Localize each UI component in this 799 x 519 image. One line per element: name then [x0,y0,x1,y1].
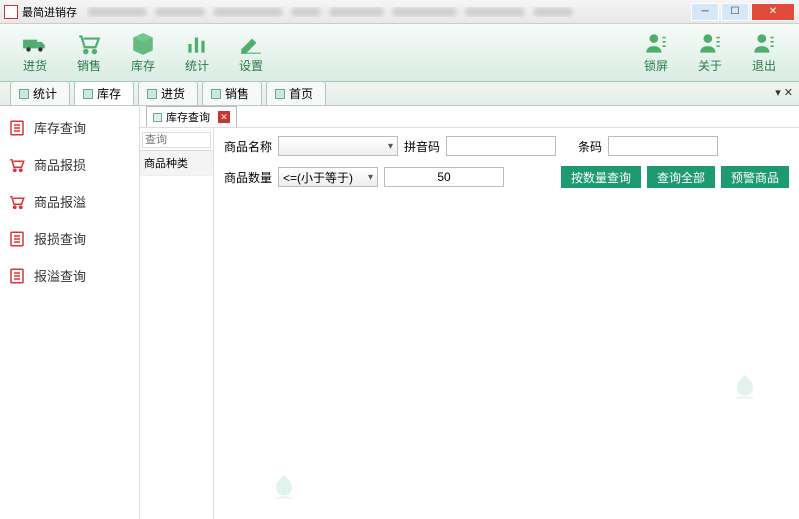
category-header[interactable]: 商品种类 [140,151,213,176]
toolbar-sales[interactable]: 销售 [62,31,116,74]
category-search [140,128,213,151]
truck-icon [22,31,48,57]
product-name-select[interactable] [278,136,398,156]
toolbar-label: 退出 [752,57,776,74]
sidebar-item-inv-query[interactable]: 库存查询 [4,112,135,143]
tab-icon [19,89,29,99]
subtab-icon [153,113,162,122]
tab-icon [275,89,285,99]
toolbar-lock[interactable]: 锁屏 [629,31,683,74]
minimize-button[interactable]: ─ [691,3,719,21]
toolbar-label: 库存 [131,57,155,74]
chart-icon [184,31,210,57]
tab-purchase[interactable]: 进货 [138,81,198,105]
main-toolbar: 进货 销售 库存 统计 设置 锁屏 关于 退出 [0,24,799,82]
sidebar-item-damage[interactable]: 商品报损 [4,149,135,180]
tab-inventory[interactable]: 库存 [74,81,134,105]
pinyin-label: 拼音码 [404,138,440,155]
toolbar-exit[interactable]: 退出 [737,31,791,74]
user-icon [751,31,777,57]
sidebar-item-label: 商品报损 [34,155,86,174]
toolbar-stats[interactable]: 统计 [170,31,224,74]
toolbar-label: 统计 [185,57,209,74]
toolbar-label: 关于 [698,57,722,74]
toolbar-label: 设置 [239,57,263,74]
user-icon [697,31,723,57]
sidebar: 库存查询 商品报损 商品报溢 报损查询 报溢查询 [0,106,140,519]
window-title: 最简进销存 [22,4,77,20]
maximize-button[interactable]: ☐ [721,3,749,21]
toolbar-settings[interactable]: 设置 [224,31,278,74]
list-icon [8,230,26,248]
subtab-label: 库存查询 [166,109,210,125]
sidebar-item-overflow-query[interactable]: 报溢查询 [4,260,135,291]
toolbar-label: 锁屏 [644,57,668,74]
app-icon [4,5,18,19]
qty-query-button[interactable]: 按数量查询 [561,166,641,188]
warning-button[interactable]: 预警商品 [721,166,789,188]
toolbar-label: 销售 [77,57,101,74]
qty-label: 商品数量 [224,169,272,186]
close-button[interactable]: ✕ [751,3,795,21]
user-icon [643,31,669,57]
tab-label: 库存 [97,85,121,102]
tab-bar: 统计 库存 进货 销售 首页 ▾ ✕ [0,82,799,106]
query-form: 商品名称 拼音码 条码 商品数量 <=(小于等于) 按数量查询 查询全部 预警商… [214,128,799,519]
tab-label: 销售 [225,85,249,102]
barcode-input[interactable] [608,136,718,156]
sidebar-item-damage-query[interactable]: 报损查询 [4,223,135,254]
tab-label: 首页 [289,85,313,102]
sidebar-item-label: 商品报溢 [34,192,86,211]
tab-icon [211,89,221,99]
pencil-icon [238,31,264,57]
tab-icon [147,89,157,99]
tab-home[interactable]: 首页 [266,81,326,105]
cart-icon [8,193,26,211]
list-icon [8,267,26,285]
subtab-close-button[interactable]: ✕ [218,111,230,123]
list-icon [8,119,26,137]
query-all-button[interactable]: 查询全部 [647,166,715,188]
sidebar-item-label: 报溢查询 [34,266,86,285]
compare-value: <=(小于等于) [283,169,353,186]
cart-icon [8,156,26,174]
qty-input[interactable] [384,167,504,187]
compare-select[interactable]: <=(小于等于) [278,167,378,187]
toolbar-purchase[interactable]: 进货 [8,31,62,74]
window-controls: ─ ☐ ✕ [689,3,795,21]
category-search-input[interactable] [142,132,211,148]
content-area: 库存查询 ✕ 商品种类 商品名称 拼音码 条码 [140,106,799,519]
title-blur [87,7,689,17]
subtab-bar: 库存查询 ✕ [140,106,799,128]
tab-stats[interactable]: 统计 [10,81,70,105]
cart-icon [76,31,102,57]
category-panel: 商品种类 [140,128,214,519]
sidebar-item-label: 库存查询 [34,118,86,137]
main-area: 库存查询 商品报损 商品报溢 报损查询 报溢查询 库存查询 ✕ [0,106,799,519]
pinyin-input[interactable] [446,136,556,156]
sidebar-item-label: 报损查询 [34,229,86,248]
toolbar-inventory[interactable]: 库存 [116,31,170,74]
content-body: 商品种类 商品名称 拼音码 条码 商品数量 <=(小于等于) 按数量查询 [140,128,799,519]
titlebar: 最简进销存 ─ ☐ ✕ [0,0,799,24]
product-name-label: 商品名称 [224,138,272,155]
subtab-inv-query[interactable]: 库存查询 ✕ [146,106,237,127]
tab-icon [83,89,93,99]
sidebar-item-overflow[interactable]: 商品报溢 [4,186,135,217]
tab-collapse-button[interactable]: ▾ ✕ [775,86,793,99]
tab-sales[interactable]: 销售 [202,81,262,105]
tab-label: 统计 [33,85,57,102]
tab-label: 进货 [161,85,185,102]
toolbar-label: 进货 [23,57,47,74]
toolbar-about[interactable]: 关于 [683,31,737,74]
box-icon [130,31,156,57]
barcode-label: 条码 [578,138,602,155]
